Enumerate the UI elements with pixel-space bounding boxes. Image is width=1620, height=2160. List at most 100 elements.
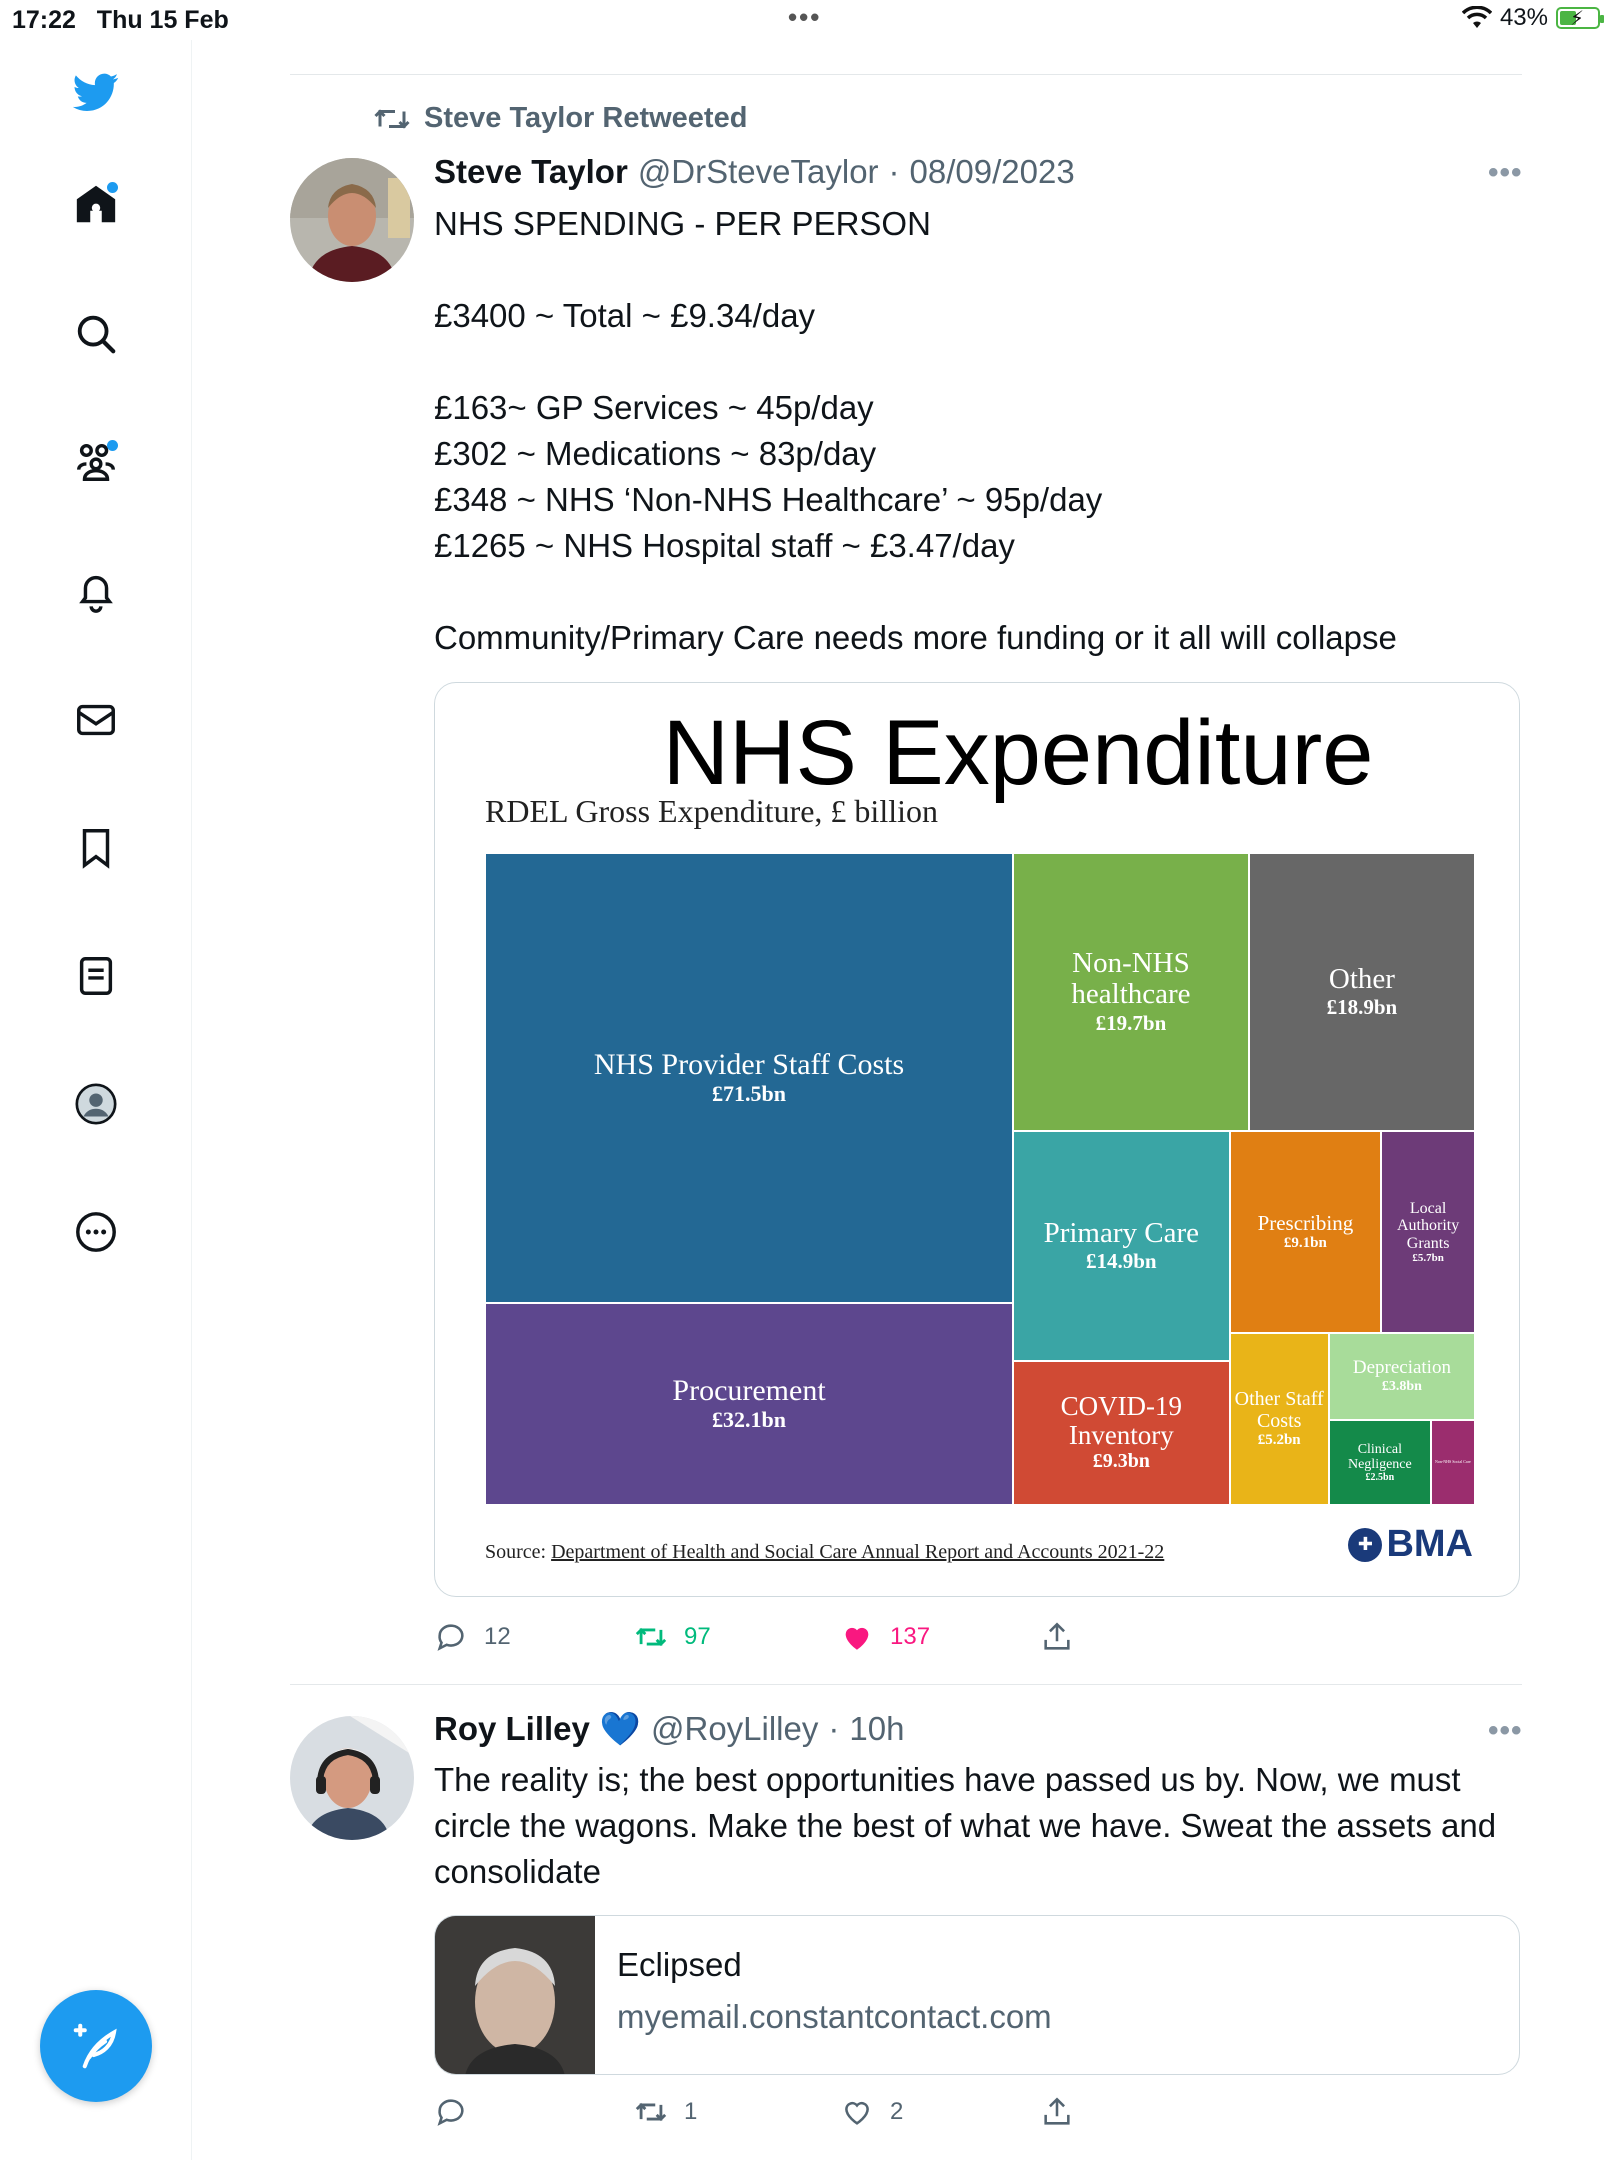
treemap-tile-label: Primary Care [1043,1216,1200,1249]
retweet-count: 97 [684,1623,711,1650]
retweet-icon [635,1627,667,1647]
bma-emblem-icon: ✚ [1348,1527,1383,1562]
chart-title: NHS Expenditure [662,702,1374,804]
heart-filled-icon [845,1627,869,1650]
share-icon [1044,2097,1070,2125]
status-indicators: 43% ⚡ [1461,4,1604,32]
sidebar-nav [0,40,192,2160]
avatar[interactable] [290,158,414,282]
treemap-tile-label: Clinical Negligence [1347,1441,1412,1472]
share-icon [1044,1622,1070,1650]
retweet-count: 1 [684,2098,698,2125]
like-count: 137 [890,1623,931,1650]
twitter-bird-icon[interactable] [70,66,122,118]
reply-count: 12 [484,1623,511,1650]
more-options-icon[interactable]: ••• [1488,156,1523,190]
treemap-tile-value: £2.5bn [1365,1471,1395,1483]
compose-feather-icon[interactable] [40,1990,152,2102]
multitasking-dots[interactable]: ••• [788,2,821,33]
treemap-tile-label: Non-NHS Social Care [1435,1459,1471,1465]
lists-icon[interactable] [70,950,122,1002]
tweet-timestamp[interactable]: 10h [849,1710,904,1748]
tweet-divider [290,1684,1522,1685]
like-button[interactable]: 2 [840,2095,1040,2129]
home-notification-dot [107,182,118,193]
link-title: Eclipsed [617,1946,742,1983]
treemap-tile-value: £5.7bn [1412,1251,1444,1264]
treemap-tile-value: £18.9bn [1326,995,1398,1020]
treemap-tile: Prescribing £9.1bn [1229,1130,1382,1334]
separator-dot: · [828,1710,840,1747]
share-button[interactable] [1040,1620,1074,1654]
reply-icon [437,1624,464,1651]
blue-heart-emoji: 💙 [599,1710,641,1747]
retweet-button[interactable]: 97 [634,1620,840,1654]
treemap-tile-label: Procurement [672,1373,826,1407]
avatar[interactable] [290,1716,414,1840]
retweet-icon [374,108,410,129]
treemap-tile: Other £18.9bn [1248,853,1475,1131]
author-name[interactable]: Steve Taylor [434,153,628,191]
treemap-tile-value: £71.5bn [712,1081,787,1107]
treemap-tile-value: £19.7bn [1095,1010,1167,1035]
treemap-tile-label: Prescribing [1257,1211,1354,1236]
separator-dot: · [888,153,900,190]
share-button[interactable] [1040,2095,1074,2129]
reply-button[interactable] [434,2095,634,2129]
status-bar: 17:22 Thu 15 Feb ••• 43% ⚡ [0,0,1620,40]
treemap-tile: COVID-19 Inventory £9.3bn [1013,1360,1230,1505]
chart-source: Source: Department of Health and Social … [485,1541,1165,1563]
treemap-tile: NHS Provider Staff Costs £71.5bn [485,853,1014,1303]
treemap-tile: Non-NHS Social Care [1430,1419,1475,1505]
more-options-icon[interactable]: ••• [1488,1714,1523,1748]
author-name[interactable]: Roy Lilley [434,1710,590,1748]
heart-outline-icon [845,2101,869,2125]
retweet-indicator: Steve Taylor Retweeted [374,102,747,135]
link-thumbnail [435,1916,595,2074]
treemap-tile-label: Other [1328,962,1395,995]
bma-logo: ✚ BMA [1348,1523,1473,1566]
treemap-tile: Procurement £32.1bn [485,1302,1014,1505]
treemap-chart: NHS Provider Staff Costs £71.5bn Procureme… [485,853,1475,1505]
tweet-actions: 1 2 [434,2095,1074,2129]
timeline-divider [290,74,1522,75]
tweet-actions: 12 97 137 [434,1620,1074,1654]
treemap-tile: Other Staff Costs £5.2bn [1229,1333,1329,1505]
treemap-tile-value: £3.8bn [1381,1378,1422,1394]
profile-avatar-icon[interactable] [70,1078,122,1130]
notifications-bell-icon[interactable] [70,566,122,618]
search-icon[interactable] [70,308,122,360]
status-time-date: 17:22 Thu 15 Feb [12,6,229,34]
link-preview-card[interactable]: Eclipsed myemail.constantcontact.com [434,1915,1520,2075]
reply-icon [437,2099,464,2126]
tweet-timestamp[interactable]: 08/09/2023 [910,153,1075,191]
communities-notification-dot [107,440,118,451]
bookmark-icon[interactable] [70,822,122,874]
retweet-icon [635,2102,667,2122]
treemap-tile-label: Non-NHS healthcare [1071,947,1191,1011]
treemap-tile: Depreciation £3.8bn [1328,1333,1475,1420]
treemap-tile-label: Depreciation [1352,1357,1451,1379]
tweet-text: The reality is; the best opportunities h… [434,1761,1506,1890]
retweet-button[interactable]: 1 [634,2095,840,2129]
retweet-label: Steve Taylor Retweeted [424,102,748,134]
battery-icon: ⚡ [1556,7,1604,30]
home-icon[interactable] [70,178,122,230]
communities-icon[interactable] [70,436,122,488]
treemap-tile: Local Authority Grants £5.7bn [1381,1130,1475,1334]
treemap-tile-label: NHS Provider Staff Costs [593,1047,905,1081]
messages-envelope-icon[interactable] [70,694,122,746]
author-handle[interactable]: @RoyLilley [651,1710,818,1748]
more-circle-icon[interactable] [70,1206,122,1258]
treemap-tile: Non-NHS healthcare £19.7bn [1013,853,1249,1131]
like-button[interactable]: 137 [840,1620,1040,1654]
link-domain: myemail.constantcontact.com [617,1998,1052,2035]
reply-button[interactable]: 12 [434,1620,634,1654]
treemap-tile-label: Other Staff Costs [1234,1387,1324,1432]
treemap-tile-label: Local Authority Grants [1397,1200,1460,1252]
chart-source-link: Department of Health and Social Care Ann… [551,1541,1165,1563]
like-count: 2 [890,2098,904,2125]
treemap-tile: Primary Care £14.9bn [1013,1130,1230,1361]
tweet-media-image[interactable]: NHS Expenditure RDEL Gross Expenditure, … [434,682,1520,1597]
author-handle[interactable]: @DrSteveTaylor [638,153,879,191]
